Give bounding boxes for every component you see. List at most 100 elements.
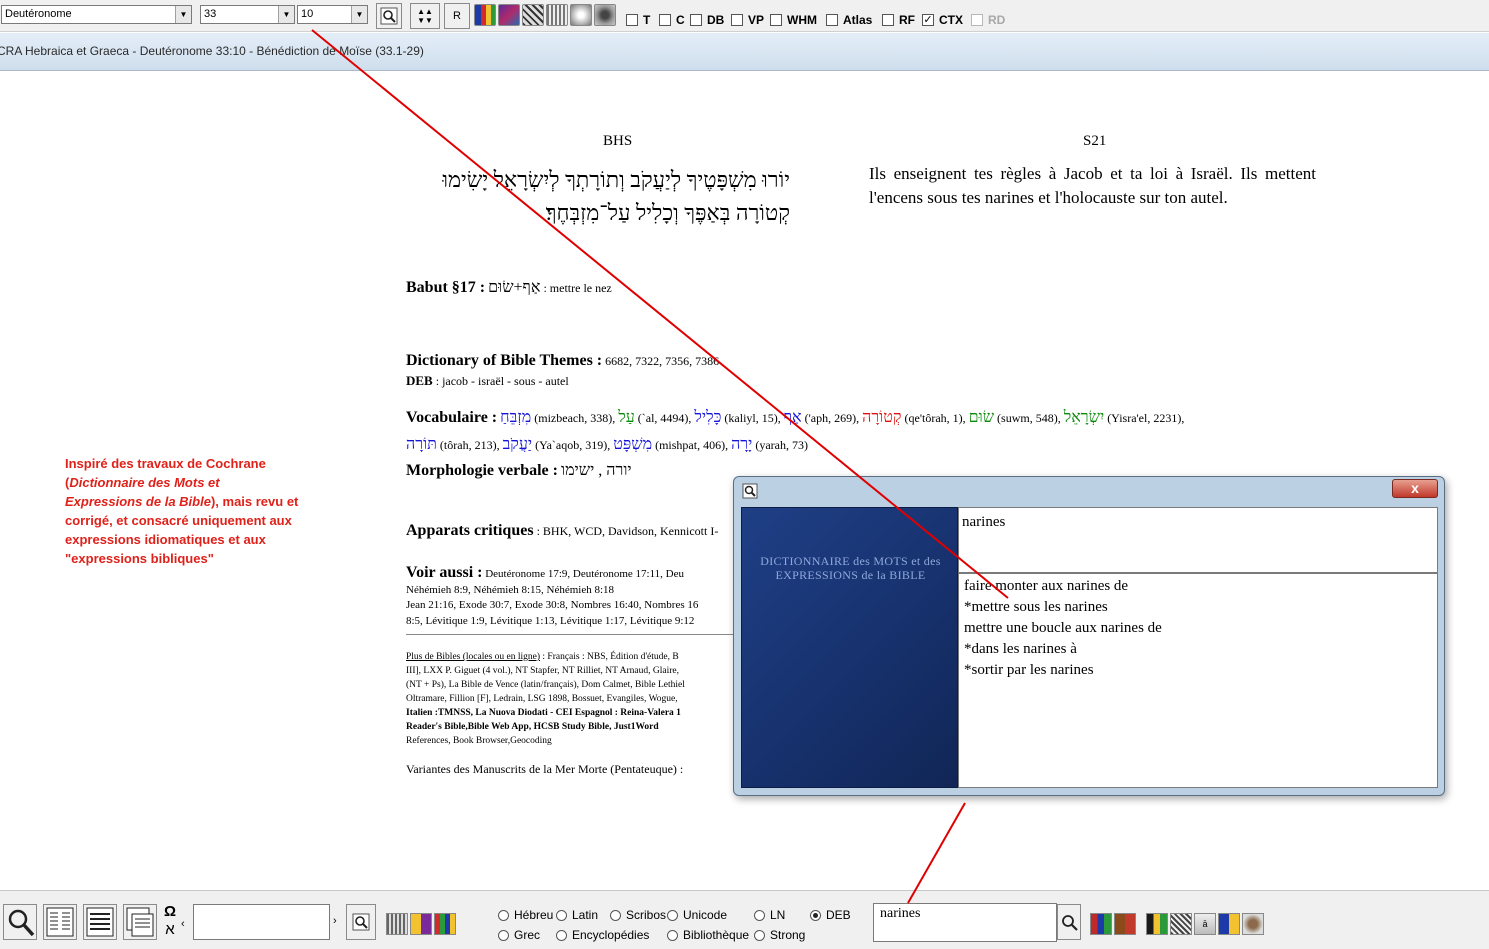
zoom-button[interactable] [3,904,37,940]
checkbox-vp-box[interactable] [731,14,743,26]
vocab-word[interactable]: כָּלִיל [694,409,721,426]
reset-button[interactable]: R [444,3,470,29]
radio-scribos[interactable]: Scribos [610,908,666,922]
radio-encyclopedies-dot[interactable] [556,929,567,941]
checkbox-vp[interactable]: VP [731,13,764,27]
symbol-buttons[interactable]: Ω א [161,903,179,941]
verse-select[interactable]: 10 ▼ [297,5,368,24]
vocab-word[interactable]: עַל [618,409,635,426]
checkbox-c-box[interactable] [659,14,671,26]
chevron-down-icon[interactable]: ▼ [278,6,294,23]
apparats-text[interactable]: : BHK, WCD, Davidson, Kennicott I- [537,524,719,538]
bookshelf-icon[interactable] [1114,913,1136,935]
vocab-word[interactable]: מִשְׁפָּט [613,436,652,453]
bar-chart-icon[interactable] [434,913,456,935]
radio-scribos-dot[interactable] [610,909,621,921]
secondary-input[interactable] [193,904,330,940]
radio-hebreu[interactable]: Hébreu [498,908,553,922]
word-search-input[interactable]: narines [873,903,1057,942]
voir-aussi-line-4[interactable]: 8:5, Lévitique 1:9, Lévitique 1:13, Lévi… [406,614,698,630]
search-button[interactable] [376,3,402,29]
vocab-word[interactable]: שׂוּם [969,409,994,426]
disc-icon[interactable] [570,4,592,26]
themes-numbers[interactable]: 6682, 7322, 7356, 7386 [605,354,719,368]
portrait-icon[interactable] [1242,913,1264,935]
vocab-word[interactable]: יַעֲקֹב [503,436,533,453]
atlas-icon[interactable] [1146,913,1168,935]
chart-icon[interactable] [474,4,496,26]
arrow-up-icon[interactable]: ▲▲ [417,7,433,16]
radio-strong-dot[interactable] [754,929,765,941]
bottom-search-button[interactable] [346,904,376,940]
radio-deb[interactable]: DEB [810,908,851,922]
checkbox-t[interactable]: T [626,13,650,27]
chevron-down-icon[interactable]: ▼ [175,6,191,23]
radio-hebreu-dot[interactable] [498,909,509,921]
book-select[interactable]: Deutéronome ▼ [1,5,192,24]
checkbox-ctx-box[interactable]: ✓ [922,14,934,26]
checkbox-atlas[interactable]: Atlas [826,13,872,27]
radio-strong[interactable]: Strong [754,928,805,942]
vocab-word[interactable]: יָרָה [731,436,752,453]
tools-icon[interactable] [546,4,568,26]
palette-icon[interactable] [410,913,432,935]
layout-windows-button[interactable] [123,904,157,940]
checkbox-t-box[interactable] [626,14,638,26]
radio-ln[interactable]: LN [754,908,785,922]
checkbox-db[interactable]: DB [690,13,724,27]
camera-icon[interactable] [594,4,616,26]
radio-grec-dot[interactable] [498,929,509,941]
library-icon[interactable] [1090,913,1112,935]
result-item[interactable]: *sortir par les narines [964,660,1432,681]
temple-icon[interactable] [1218,913,1240,935]
text-tool-icon[interactable]: ā [1194,913,1216,935]
voir-aussi-line-2[interactable]: Néhémieh 8:9, Néhémieh 8:15, Néhémieh 8:… [406,583,698,599]
scroll-right-icon[interactable]: › [333,915,337,927]
result-item[interactable]: *dans les narines à [964,639,1432,660]
radio-grec[interactable]: Grec [498,928,540,942]
checkbox-rf-box[interactable] [882,14,894,26]
word-search-button[interactable] [1057,904,1081,940]
vocab-word[interactable]: יִשְׂרָאֵל [1064,409,1104,426]
radio-latin-dot[interactable] [556,909,567,921]
checkbox-c[interactable]: C [659,13,685,27]
dialog-title-bar[interactable]: x [734,477,1444,504]
layout-single-column-button[interactable] [83,904,117,940]
omega-button[interactable]: Ω [161,903,179,921]
grid-icon[interactable] [1170,913,1192,935]
result-item[interactable]: mettre une boucle aux narines de [964,618,1432,639]
vocab-word[interactable]: מִזְבֵּחַ [500,409,531,426]
checkbox-whm[interactable]: WHM [770,13,817,27]
dialog-results-list[interactable]: faire monter aux narines de *mettre sous … [958,573,1438,788]
vocab-word[interactable]: קְטוֹרָה [862,409,901,426]
layout-two-columns-button[interactable] [43,904,77,940]
vocab-word[interactable]: תּוֹרָה [406,436,437,453]
result-item[interactable]: faire monter aux narines de [964,576,1432,597]
checkbox-atlas-box[interactable] [826,14,838,26]
radio-encyclopedies[interactable]: Encyclopédies [556,928,649,942]
aleph-button[interactable]: א [161,921,179,939]
radio-ln-dot[interactable] [754,909,765,921]
chapter-select[interactable]: 33 ▼ [200,5,295,24]
deb-text[interactable]: : jacob - israël - sous - autel [436,374,569,388]
keyboard-icon[interactable] [386,913,408,935]
radio-bibliotheque-dot[interactable] [667,929,678,941]
radio-bibliotheque[interactable]: Bibliothèque [667,928,749,942]
verse-stepper[interactable]: ▲▲ ▼▼ [410,3,440,29]
arrow-down-icon[interactable]: ▼▼ [417,16,433,25]
close-button[interactable]: x [1392,479,1438,498]
result-item[interactable]: *mettre sous les narines [964,597,1432,618]
radio-deb-dot[interactable] [810,909,821,921]
checkbox-db-box[interactable] [690,14,702,26]
scroll-left-icon[interactable]: ‹ [181,918,185,930]
voir-aussi-line-3[interactable]: Jean 21:16, Exode 30:7, Exode 30:8, Nomb… [406,598,698,614]
voir-aussi-line-1[interactable]: Deutéronome 17:9, Deutéronome 17:11, Deu [485,568,684,580]
chevron-down-icon[interactable]: ▼ [351,6,367,23]
books-icon[interactable] [498,4,520,26]
more-bibles-link[interactable]: Plus de Bibles (locales ou en ligne) [406,652,540,662]
checkbox-rf[interactable]: RF [882,13,915,27]
variantes-text[interactable]: Variantes des Manuscrits de la Mer Morte… [406,762,683,777]
checkbox-ctx[interactable]: ✓ CTX [922,13,963,27]
network-icon[interactable] [522,4,544,26]
radio-unicode[interactable]: Unicode [667,908,727,922]
